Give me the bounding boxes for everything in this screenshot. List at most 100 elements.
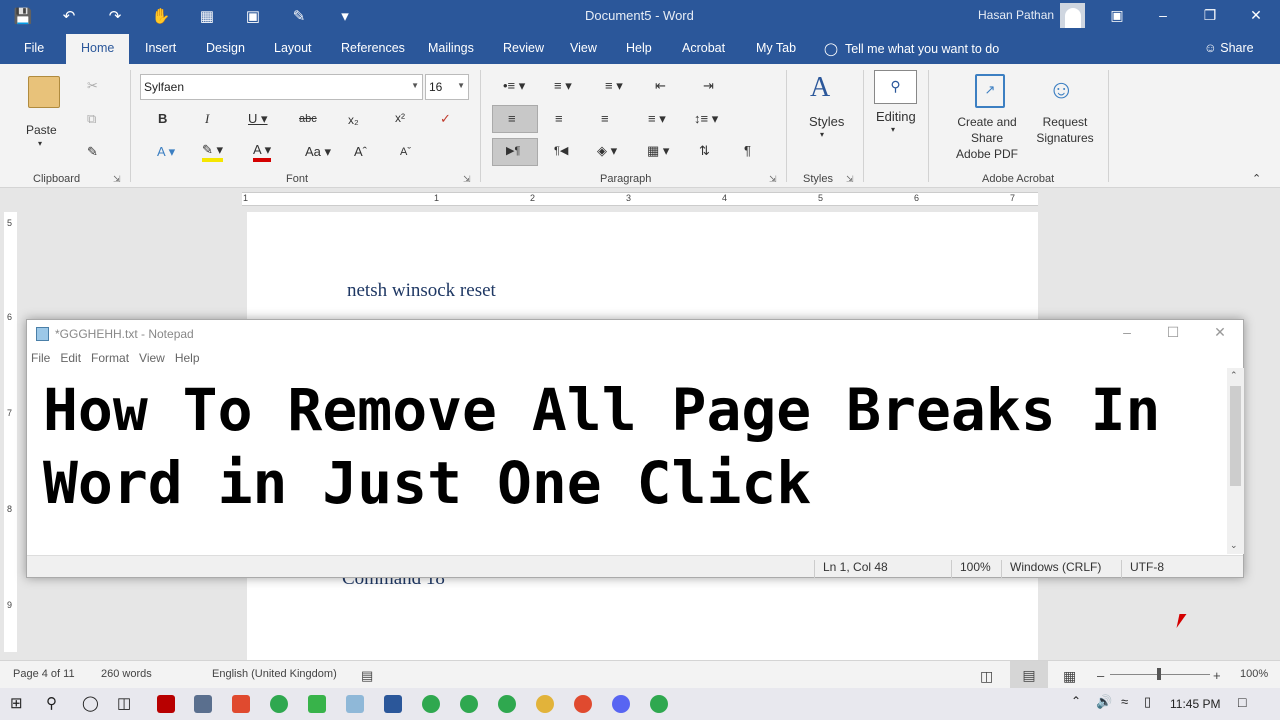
scroll-up-icon[interactable]: ⌃ <box>1230 370 1238 381</box>
search-icon[interactable]: ⚲ <box>874 70 917 104</box>
menu-file[interactable]: File <box>31 351 50 365</box>
request-signatures-icon[interactable]: ☺ <box>1048 74 1075 105</box>
save-icon[interactable]: 💾 <box>0 7 46 25</box>
paste-label[interactable]: Paste <box>26 123 57 137</box>
zoom-level[interactable]: 100% <box>1240 668 1268 680</box>
restore-icon[interactable]: ❐ <box>1187 0 1233 32</box>
superscript-icon[interactable]: x² <box>395 111 405 125</box>
paste-icon[interactable] <box>28 76 60 108</box>
notepad-taskbar-icon[interactable] <box>346 695 364 713</box>
windows-start-icon[interactable]: ⊞ <box>10 694 23 712</box>
tab-home[interactable]: Home <box>66 34 130 64</box>
tab-acrobat[interactable]: Acrobat <box>682 41 725 55</box>
chrome-icon[interactable] <box>270 695 288 713</box>
font-size-field[interactable]: 16 ▼ <box>425 74 469 100</box>
chrome-icon[interactable] <box>422 695 440 713</box>
justify-icon[interactable]: ≡ ▾ <box>648 111 666 127</box>
document-text-line[interactable]: netsh winsock reset <box>347 280 496 302</box>
new-doc-icon[interactable]: ▣ <box>230 7 276 25</box>
paste-dropdown-icon[interactable]: ▾ <box>38 139 42 148</box>
show-hidden-icons[interactable]: ⌃ <box>1071 694 1081 708</box>
subscript-icon[interactable]: x₂ <box>348 113 359 127</box>
print-layout-icon[interactable]: ▤ <box>1010 661 1048 689</box>
styles-label[interactable]: Styles <box>809 114 844 129</box>
clipboard-launcher-icon[interactable]: ⇲ <box>113 174 121 185</box>
tab-review[interactable]: Review <box>503 41 544 55</box>
chevron-down-icon[interactable]: ▾ <box>891 125 895 134</box>
tab-file[interactable]: File <box>24 41 44 55</box>
collapse-ribbon-icon[interactable]: ⌃ <box>1252 172 1261 185</box>
chrome-icon[interactable] <box>498 695 516 713</box>
create-share-pdf-button[interactable]: Create and Share Adobe PDF <box>941 114 1033 162</box>
notepad-scrollbar[interactable]: ⌃ ⌄ <box>1227 368 1244 554</box>
chrome-icon[interactable] <box>574 695 592 713</box>
tab-mailings[interactable]: Mailings <box>428 41 474 55</box>
search-icon[interactable]: ⚲ <box>46 694 57 712</box>
clear-formatting-icon[interactable]: ✓ <box>440 111 451 127</box>
app-icon[interactable] <box>232 695 250 713</box>
customize-qat-icon[interactable]: ▾ <box>322 7 368 25</box>
notifications-icon[interactable]: □ <box>1238 694 1246 710</box>
menu-edit[interactable]: Edit <box>60 351 81 365</box>
notepad-window[interactable]: *GGGHEHH.txt - Notepad – ☐ ✕ File Edit F… <box>26 319 1244 578</box>
notepad-maximize-icon[interactable]: ☐ <box>1158 324 1188 341</box>
menu-help[interactable]: Help <box>175 351 200 365</box>
change-case-icon[interactable]: Aa ▾ <box>305 144 331 160</box>
ribbon-display-options-icon[interactable]: ▣ <box>1094 0 1140 32</box>
scrollbar-thumb[interactable] <box>1230 386 1241 486</box>
tab-layout[interactable]: Layout <box>274 41 312 55</box>
zoom-in-icon[interactable]: + <box>1213 668 1221 683</box>
tab-design[interactable]: Design <box>206 41 245 55</box>
chrome-icon[interactable] <box>650 695 668 713</box>
chrome-icon[interactable] <box>536 695 554 713</box>
borders-icon[interactable]: ▦ ▾ <box>647 143 669 159</box>
format-painter-qat-icon[interactable]: ✎ <box>276 7 322 25</box>
paragraph-launcher-icon[interactable]: ⇲ <box>769 174 777 185</box>
tab-references[interactable]: References <box>341 41 405 55</box>
acrobat-app-icon[interactable] <box>157 695 175 713</box>
language[interactable]: English (United Kingdom) <box>212 668 337 680</box>
copy-icon[interactable]: ⧉ <box>87 111 96 127</box>
line-spacing-icon[interactable]: ↕≡ ▾ <box>694 111 718 127</box>
scroll-down-icon[interactable]: ⌄ <box>1230 540 1238 551</box>
shading-icon[interactable]: ◈ ▾ <box>597 143 617 159</box>
battery-icon[interactable]: ▯ <box>1144 694 1151 710</box>
word-count[interactable]: 260 words <box>101 668 152 680</box>
web-layout-icon[interactable]: ▦ <box>1063 668 1076 685</box>
increase-indent-icon[interactable]: ⇥ <box>703 78 714 94</box>
highlight-icon[interactable]: ✎ ▾ <box>202 142 224 162</box>
notepad-close-icon[interactable]: ✕ <box>1205 324 1235 341</box>
tab-my-tab[interactable]: My Tab <box>756 41 796 55</box>
chevron-down-icon[interactable]: ▾ <box>820 130 824 139</box>
taskbar-clock[interactable]: 11:45 PM <box>1170 697 1220 711</box>
font-launcher-icon[interactable]: ⇲ <box>463 174 471 185</box>
text-effects-icon[interactable]: A ▾ <box>157 144 175 160</box>
read-mode-icon[interactable]: ◫ <box>980 668 993 685</box>
right-to-left-icon[interactable]: ¶◀ <box>554 144 568 157</box>
minimize-icon[interactable]: – <box>1140 0 1186 32</box>
form-icon[interactable]: ▦ <box>184 7 230 25</box>
menu-view[interactable]: View <box>139 351 165 365</box>
volume-icon[interactable]: 🔊 <box>1096 694 1112 710</box>
avatar[interactable] <box>1060 3 1085 28</box>
app-icon[interactable] <box>194 695 212 713</box>
cortana-icon[interactable]: ◯ <box>82 694 99 712</box>
wifi-icon[interactable]: ≈ <box>1121 694 1128 709</box>
page-count[interactable]: Page 4 of 11 <box>13 668 75 680</box>
touch-mode-icon[interactable]: ✋ <box>138 7 184 25</box>
request-signatures-button[interactable]: Request Signatures <box>1034 114 1096 146</box>
font-name-field[interactable]: Sylfaen ▼ <box>140 74 423 100</box>
notepad-minimize-icon[interactable]: – <box>1112 324 1142 340</box>
user-name[interactable]: Hasan Pathan <box>978 8 1054 22</box>
share-button[interactable]: ☺ Share <box>1204 41 1254 55</box>
multilevel-list-icon[interactable]: ≡ ▾ <box>605 78 623 94</box>
strikethrough-icon[interactable]: abc <box>299 113 317 125</box>
zoom-slider-thumb[interactable] <box>1157 668 1161 680</box>
macro-icon[interactable]: ▤ <box>361 668 373 684</box>
zoom-out-icon[interactable]: – <box>1097 668 1104 683</box>
align-right-icon[interactable]: ≡ <box>601 111 609 126</box>
tell-me-search[interactable]: ◯ Tell me what you want to do <box>824 41 999 56</box>
menu-format[interactable]: Format <box>91 351 129 365</box>
pdf-share-icon[interactable]: ↗ <box>975 74 1005 108</box>
numbering-icon[interactable]: ≡ ▾ <box>554 78 572 94</box>
